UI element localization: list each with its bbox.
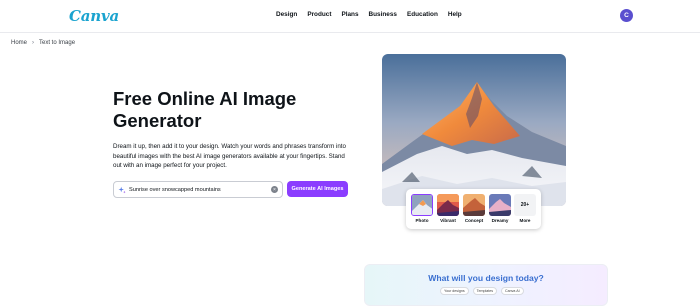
hero-mountain-image [382,54,566,206]
style-option-concept[interactable]: Concept [463,194,485,223]
sparkle-icon [118,186,126,193]
chip-canva-ai[interactable]: Canva AI [501,287,524,296]
breadcrumb: Home › Text to Image [11,40,75,46]
prompt-input[interactable]: Sunrise over snowcapped mountains × [113,181,283,198]
chip-your-designs[interactable]: Your designs [440,287,469,296]
nav-product[interactable]: Product [307,11,331,18]
main-nav: Design Product Plans Business Education … [276,11,462,18]
nav-business[interactable]: Business [369,11,397,18]
design-chips: Your designs Templates Canva AI [440,287,524,296]
style-option-more[interactable]: 20+ More [514,194,536,223]
style-dreamy-thumbnail [489,194,511,216]
avatar[interactable]: C [620,9,633,22]
style-label: More [519,218,531,223]
page-title: Free Online AI Image Generator [113,88,297,131]
style-label: Dreamy [491,218,509,223]
style-label: Vibrant [440,218,456,223]
style-option-vibrant[interactable]: Vibrant [437,194,459,223]
more-styles-count: 20+ [514,194,536,216]
style-label: Concept [464,218,484,223]
design-today-title: What will you design today? [428,273,544,283]
nav-design[interactable]: Design [276,11,297,18]
top-bar: Canva Design Product Plans Business Educ… [0,0,700,33]
style-option-dreamy[interactable]: Dreamy [489,194,511,223]
page-description: Dream it up, then add it to your design.… [113,143,346,169]
nav-plans[interactable]: Plans [341,11,358,18]
nav-education[interactable]: Education [407,11,438,18]
style-concept-thumbnail [463,194,485,216]
nav-help[interactable]: Help [448,11,462,18]
style-vibrant-thumbnail [437,194,459,216]
breadcrumb-current[interactable]: Text to Image [39,40,75,46]
chevron-right-icon: › [32,40,35,46]
breadcrumb-home[interactable]: Home [11,40,27,46]
generate-ai-images-button[interactable]: Generate AI Images [287,181,348,197]
style-photo-thumbnail [411,194,433,216]
clear-icon[interactable]: × [271,186,278,193]
style-label: Photo [415,218,429,223]
prompt-value[interactable]: Sunrise over snowcapped mountains [129,187,271,193]
style-selector: Photo Vibrant Concept Dreamy 20+ More [406,189,541,229]
chip-templates[interactable]: Templates [472,287,498,296]
style-option-photo[interactable]: Photo [411,194,433,223]
canva-logo[interactable]: Canva [69,7,119,25]
